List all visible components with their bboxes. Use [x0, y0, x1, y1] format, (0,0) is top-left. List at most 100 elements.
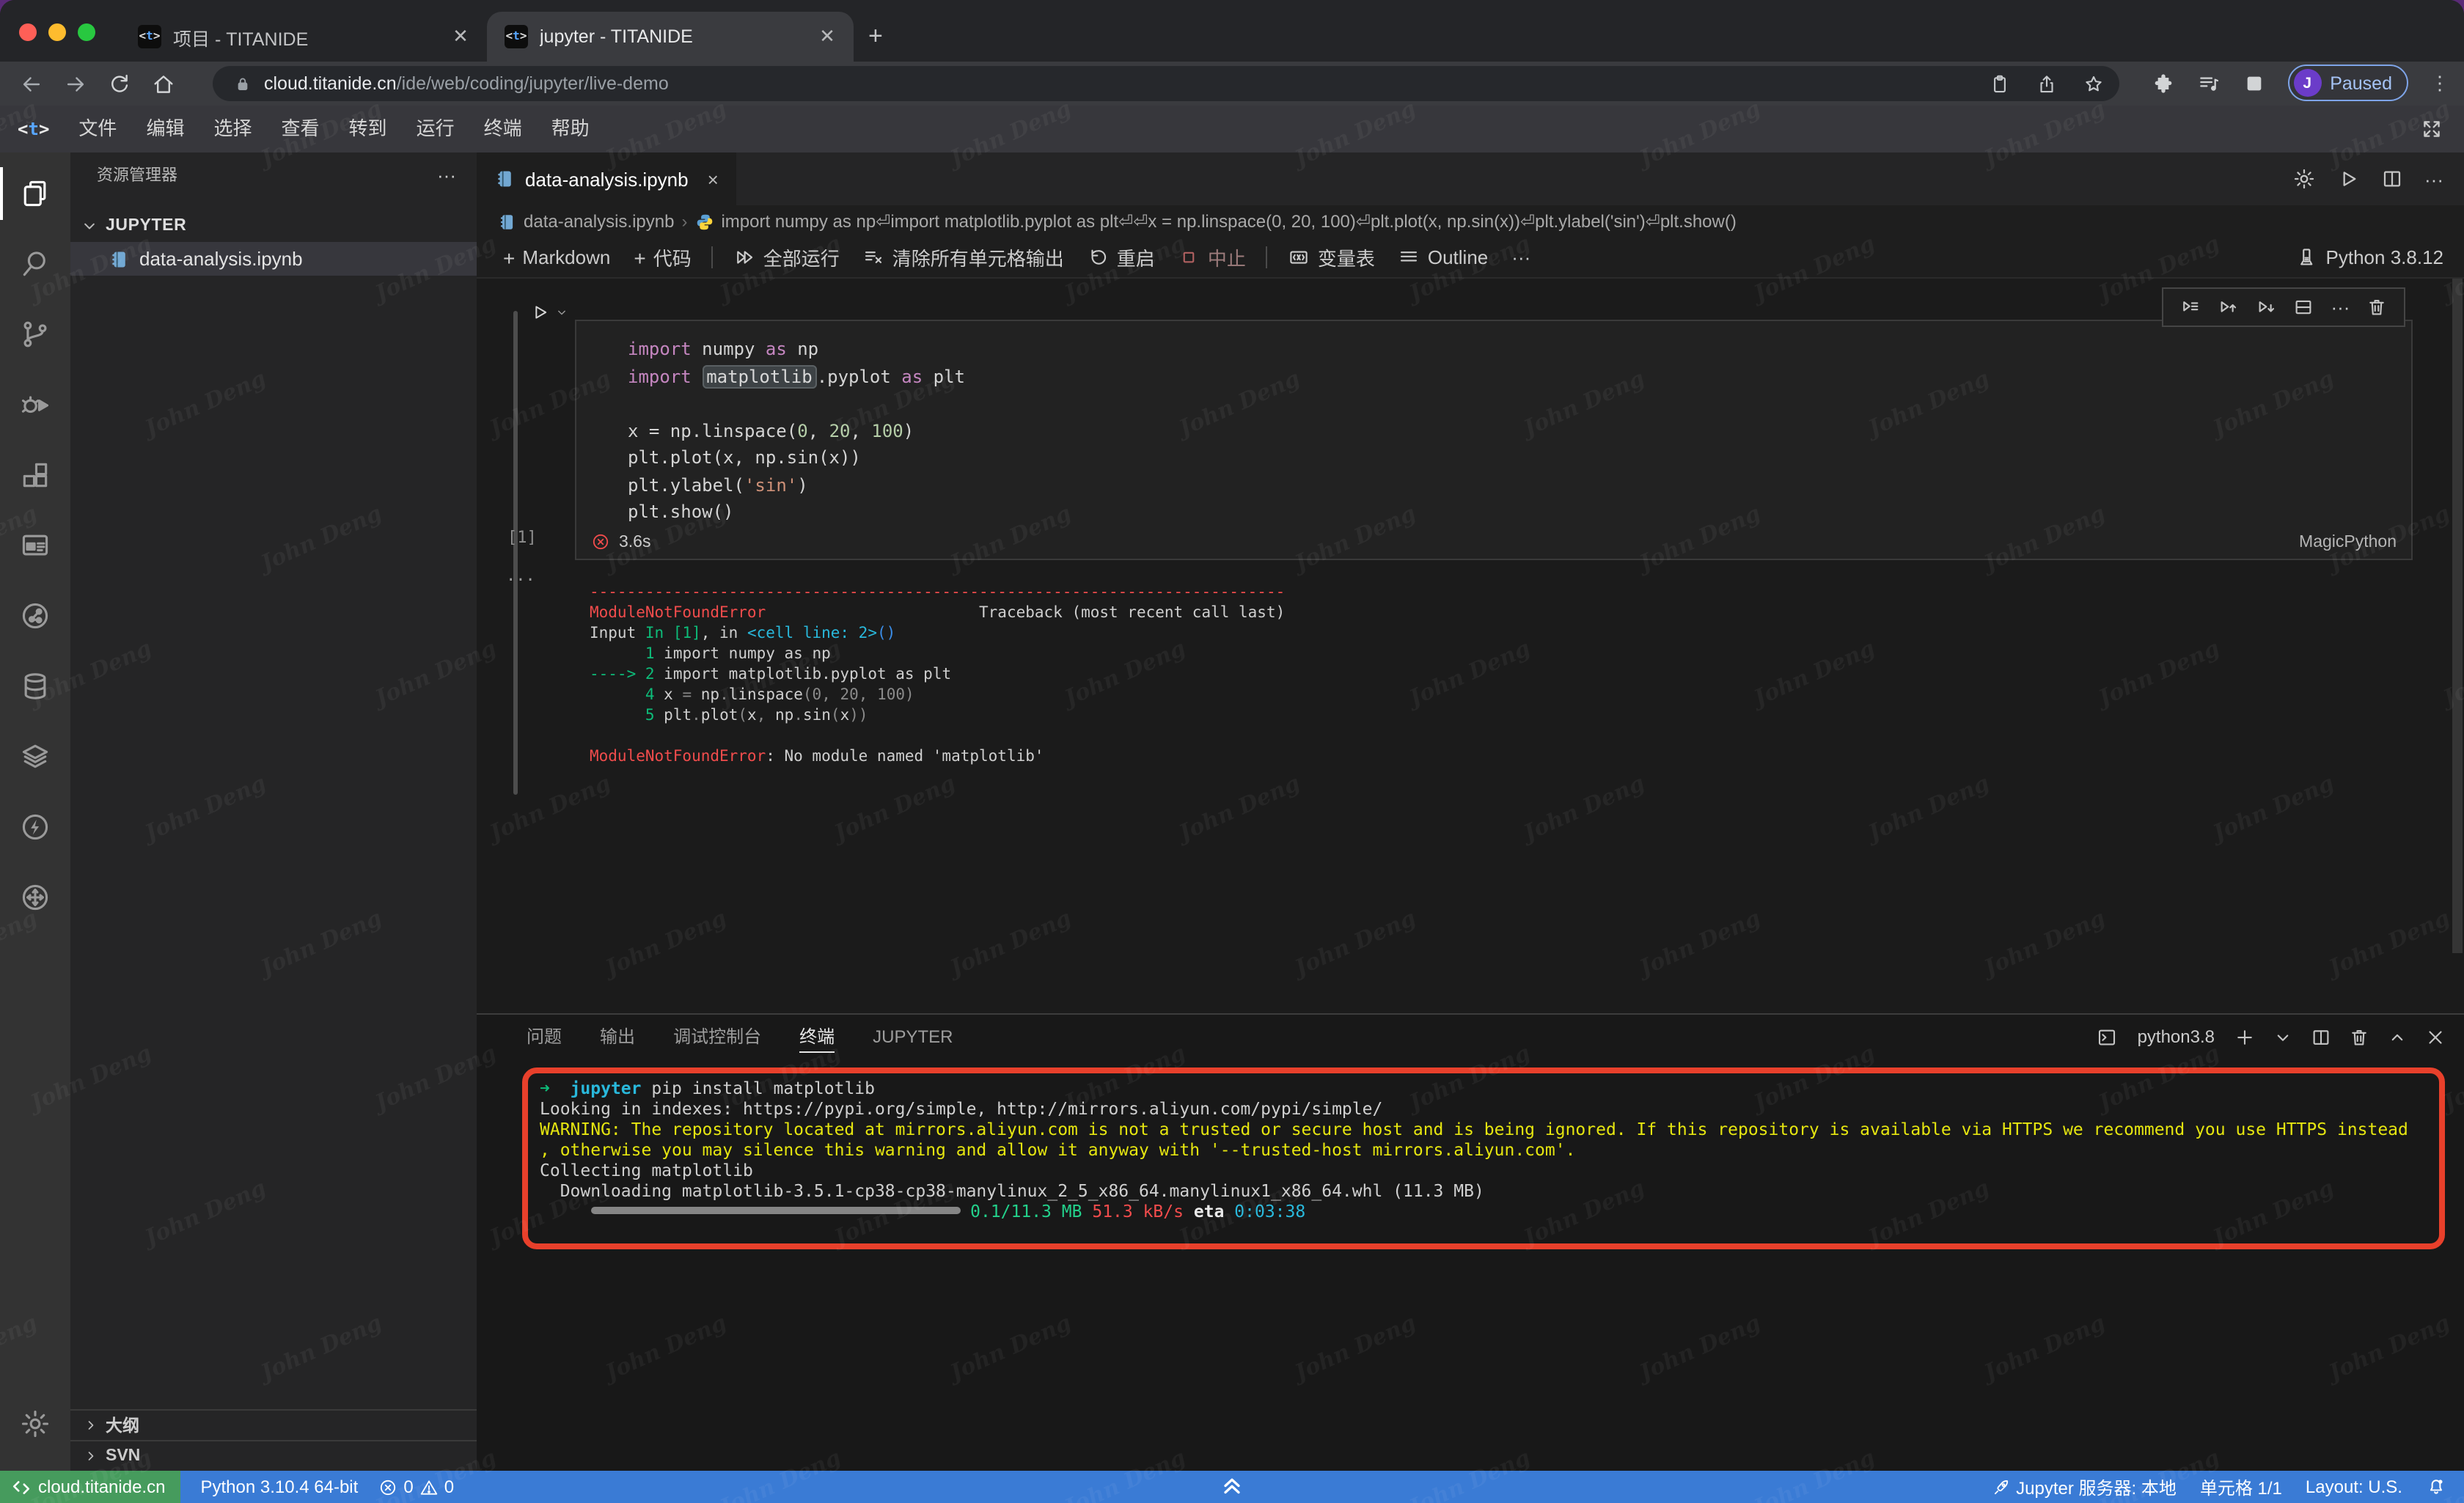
execute-above-icon[interactable]	[2217, 296, 2239, 318]
activity-item-power[interactable]	[0, 792, 70, 862]
menu-item[interactable]: 文件	[64, 117, 131, 139]
address-bar[interactable]: cloud.titanide.cn /ide/web/coding/jupyte…	[213, 66, 2119, 101]
browser-menu-icon[interactable]: ⋮	[2430, 71, 2449, 95]
split-editor-icon[interactable]	[2380, 167, 2404, 191]
editor-more-actions-icon[interactable]: ···	[2424, 168, 2443, 190]
zoom-window-button[interactable]	[78, 23, 95, 41]
breadcrumb-file[interactable]: data-analysis.ipynb	[524, 211, 674, 232]
side-panel-icon[interactable]	[2242, 71, 2265, 95]
python-interpreter[interactable]: Python 3.10.4 64-bit	[200, 1477, 358, 1497]
toolbar-more-icon[interactable]: ···	[1503, 240, 1539, 275]
menu-item[interactable]: 编辑	[131, 117, 199, 139]
tree-section-jupyter[interactable]: JUPYTER	[70, 208, 477, 242]
notebook-settings-gear-icon[interactable]	[2292, 167, 2316, 191]
panel-tab[interactable]: 终端	[799, 1015, 835, 1059]
forward-icon[interactable]	[63, 71, 88, 96]
delete-cell-icon[interactable]	[2366, 296, 2388, 318]
close-tab-icon[interactable]: ✕	[815, 25, 839, 48]
close-panel-icon[interactable]	[2424, 1026, 2446, 1048]
jupyter-server-indicator[interactable]: Jupyter 服务器: 本地	[1991, 1474, 2177, 1499]
run-icon[interactable]	[2336, 167, 2360, 191]
notifications-bell-icon[interactable]	[2426, 1477, 2446, 1497]
home-icon[interactable]	[151, 71, 176, 96]
restore-panel-chevrons-icon[interactable]	[1219, 1474, 1245, 1500]
reload-icon[interactable]	[107, 71, 132, 96]
add-markdown-button[interactable]: +Markdown	[494, 240, 619, 275]
activity-item-explorer[interactable]	[0, 158, 70, 229]
menu-item[interactable]: 查看	[267, 117, 334, 139]
menu-item[interactable]: 选择	[199, 117, 266, 139]
problems-indicator[interactable]: 0 0	[378, 1477, 454, 1497]
panel-tab[interactable]: 输出	[600, 1015, 635, 1059]
tree-item-notebook[interactable]: data-analysis.ipynb	[70, 242, 477, 276]
activity-item-search[interactable]	[0, 229, 70, 299]
scrollbar[interactable]	[2452, 279, 2463, 953]
breadcrumb-cell-preview[interactable]: import numpy as np⏎import matplotlib.pyp…	[721, 211, 1736, 232]
close-editor-tab-icon[interactable]: ×	[708, 168, 719, 190]
close-window-button[interactable]	[19, 23, 37, 41]
panel-tab[interactable]: JUPYTER	[873, 1015, 953, 1059]
titanide-favicon-icon: <t>	[138, 25, 161, 48]
activity-item-navigation[interactable]	[0, 862, 70, 933]
output-line: 5 plt.plot(x, np.sin(x))	[590, 705, 1285, 726]
code-cell[interactable]: import numpy as npimport matplotlib.pypl…	[575, 320, 2413, 560]
cell-more-actions-icon[interactable]: ···	[2331, 296, 2350, 318]
media-playlist-icon[interactable]	[2196, 71, 2220, 95]
activity-item-extensions[interactable]	[0, 440, 70, 510]
new-terminal-icon[interactable]	[2234, 1026, 2256, 1048]
run-by-line-icon[interactable]	[2179, 296, 2201, 318]
menu-item[interactable]: 转到	[334, 117, 402, 139]
manage-gear-button[interactable]	[0, 1389, 70, 1459]
editor-tab-notebook[interactable]: data-analysis.ipynb ×	[477, 152, 736, 205]
share-icon[interactable]	[2036, 73, 2058, 95]
outline-button[interactable]: Outline	[1390, 240, 1497, 275]
cell-indicator[interactable]: 单元格 1/1	[2200, 1474, 2282, 1499]
activity-item-live-preview[interactable]	[0, 510, 70, 581]
minimize-window-button[interactable]	[48, 23, 66, 41]
split-terminal-icon[interactable]	[2310, 1026, 2332, 1048]
activity-item-share-network[interactable]	[0, 581, 70, 651]
variables-button[interactable]: 变量表	[1280, 240, 1384, 275]
bookmark-star-icon[interactable]	[2083, 73, 2105, 95]
activity-item-layers[interactable]	[0, 721, 70, 792]
back-icon[interactable]	[19, 71, 44, 96]
sidebar-more-icon[interactable]: ···	[437, 163, 456, 185]
profile-button[interactable]: J Paused	[2287, 65, 2408, 101]
add-code-button[interactable]: +代码	[625, 240, 700, 275]
remote-indicator[interactable]: cloud.titanide.cn	[0, 1471, 180, 1503]
interrupt-kernel-button[interactable]: 中止	[1170, 240, 1255, 275]
cell-language-indicator[interactable]: MagicPython	[2299, 534, 2397, 551]
sidebar-section-outline[interactable]: 大纲	[70, 1409, 477, 1440]
close-tab-icon[interactable]: ✕	[449, 25, 472, 48]
sidebar-section-svn[interactable]: SVN	[70, 1440, 477, 1471]
menu-item[interactable]: 帮助	[537, 117, 604, 139]
keyboard-layout-indicator[interactable]: Layout: U.S.	[2306, 1477, 2402, 1497]
clipboard-icon[interactable]	[1989, 73, 2011, 95]
restart-kernel-button[interactable]: 重启	[1079, 240, 1164, 275]
panel-tab[interactable]: 调试控制台	[673, 1015, 761, 1059]
terminal-shell-label[interactable]: python3.8	[2138, 1026, 2215, 1047]
activity-item-database[interactable]	[0, 651, 70, 721]
execute-below-icon[interactable]	[2255, 296, 2277, 318]
terminal-dropdown-icon[interactable]	[2272, 1026, 2294, 1048]
terminal-output[interactable]: ➜ jupyter pip install matplotlibLooking …	[540, 1078, 2408, 1221]
activity-item-run-and-debug[interactable]	[0, 370, 70, 440]
panel-tab[interactable]: 问题	[527, 1015, 562, 1059]
browser-tab-project[interactable]: <t> 项目 - TITANIDE ✕	[120, 12, 487, 62]
menu-item[interactable]: 终端	[469, 117, 537, 139]
clear-outputs-button[interactable]: 清除所有单元格输出	[854, 240, 1073, 275]
run-cell-button[interactable]	[529, 302, 569, 323]
fullscreen-icon[interactable]	[2420, 117, 2443, 141]
new-tab-button[interactable]: +	[868, 22, 883, 51]
extensions-puzzle-icon[interactable]	[2151, 71, 2174, 95]
browser-tab-jupyter[interactable]: <t> jupyter - TITANIDE ✕	[487, 12, 854, 62]
maximize-panel-icon[interactable]	[2386, 1026, 2408, 1048]
kernel-picker[interactable]: Python 3.8.12	[2295, 246, 2443, 268]
run-all-button[interactable]: 全部运行	[725, 240, 848, 275]
split-cell-icon[interactable]	[2293, 296, 2315, 318]
breadcrumb[interactable]: data-analysis.ipynb › import numpy as np…	[477, 205, 2464, 238]
cell-code-editor[interactable]: import numpy as npimport matplotlib.pypl…	[576, 321, 2411, 526]
kill-terminal-icon[interactable]	[2348, 1026, 2370, 1048]
menu-item[interactable]: 运行	[402, 117, 469, 139]
activity-item-source-control[interactable]	[0, 299, 70, 370]
